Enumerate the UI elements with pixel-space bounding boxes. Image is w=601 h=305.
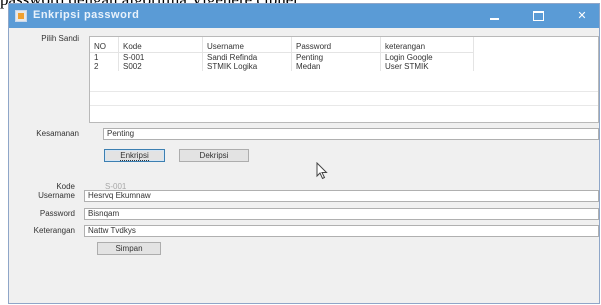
pilih-sandi-label: Pilih Sandi xyxy=(41,34,79,43)
table-cell: Login Google xyxy=(380,52,474,62)
minimize-button[interactable] xyxy=(477,4,511,28)
username-input[interactable]: Hesrvq Ekumnaw xyxy=(84,190,599,202)
grid-row-divider xyxy=(90,91,598,92)
close-button[interactable]: ✕ xyxy=(565,4,599,28)
table-cell: 1 xyxy=(90,52,119,62)
table-cell: Penting xyxy=(291,52,381,62)
mouse-pointer-icon xyxy=(316,162,328,180)
close-icon: ✕ xyxy=(577,9,587,22)
maximize-icon xyxy=(532,11,544,21)
kunci-label: Kesamanan xyxy=(36,129,79,138)
table-cell: S-001 xyxy=(118,52,203,62)
table-row[interactable]: 1 S-001 Sandi Refinda Penting Login Goog… xyxy=(90,52,474,62)
simpan-button[interactable]: Simpan xyxy=(97,242,161,255)
table-cell: S002 xyxy=(118,62,203,71)
table-cell: 2 xyxy=(90,62,119,71)
enkripsi-button[interactable]: Enkripsi xyxy=(104,149,165,162)
username-label: Username xyxy=(38,191,75,200)
password-input[interactable]: Bisnqam xyxy=(84,208,599,220)
enkripsi-button-label: Enkripsi xyxy=(120,151,149,161)
minimize-icon xyxy=(489,17,499,20)
app-window: Enkripsi password ✕ Pilih Sandi NO Kode … xyxy=(8,3,600,304)
title-bar[interactable]: Enkripsi password ✕ xyxy=(9,4,599,28)
window-title: Enkripsi password xyxy=(33,9,140,21)
table-cell: Sandi Refinda xyxy=(202,52,292,62)
maximize-button[interactable] xyxy=(521,4,555,28)
keterangan-label: Keterangan xyxy=(33,226,75,235)
table-cell: Medan xyxy=(291,62,381,71)
table-cell: User STMIK xyxy=(380,62,474,71)
kunci-input[interactable]: Penting xyxy=(103,128,599,140)
grid-row-divider xyxy=(90,105,598,106)
table-cell: STMIK Logika xyxy=(202,62,292,71)
column-header-password[interactable]: Password xyxy=(291,37,381,53)
column-header-kode[interactable]: Kode xyxy=(118,37,203,53)
password-table[interactable]: NO Kode Username Password keterangan 1 S… xyxy=(89,36,599,123)
column-header-username[interactable]: Username xyxy=(202,37,292,53)
table-header-row: NO Kode Username Password keterangan xyxy=(90,37,474,53)
kode-label: Kode xyxy=(56,182,75,191)
table-row[interactable]: 2 S002 STMIK Logika Medan User STMIK xyxy=(90,62,474,71)
app-window-icon xyxy=(15,10,27,22)
column-header-no[interactable]: NO xyxy=(90,37,119,53)
password-label: Password xyxy=(39,209,75,218)
dekripsi-button[interactable]: Dekripsi xyxy=(179,149,249,162)
column-header-keterangan[interactable]: keterangan xyxy=(380,37,474,53)
keterangan-input[interactable]: Nattw Tvdkys xyxy=(84,225,599,237)
